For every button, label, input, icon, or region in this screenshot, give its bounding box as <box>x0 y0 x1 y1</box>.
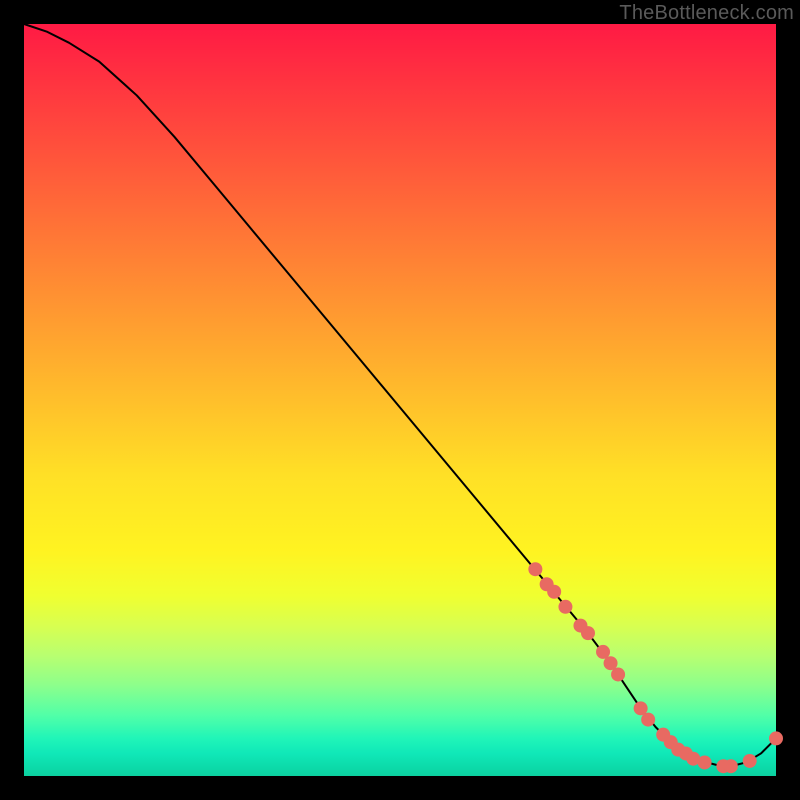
data-point-marker <box>611 667 625 681</box>
data-point-marker <box>558 600 572 614</box>
bottleneck-curve <box>24 24 776 766</box>
marker-group <box>528 562 783 773</box>
data-point-marker <box>724 759 738 773</box>
data-point-marker <box>698 755 712 769</box>
chart-overlay <box>24 24 776 776</box>
watermark-label: TheBottleneck.com <box>619 2 794 25</box>
data-point-marker <box>528 562 542 576</box>
data-point-marker <box>743 754 757 768</box>
data-point-marker <box>581 626 595 640</box>
data-point-marker <box>641 713 655 727</box>
chart-canvas: TheBottleneck.com <box>0 0 800 800</box>
plot-area <box>24 24 776 776</box>
data-point-marker <box>769 731 783 745</box>
data-point-marker <box>547 585 561 599</box>
